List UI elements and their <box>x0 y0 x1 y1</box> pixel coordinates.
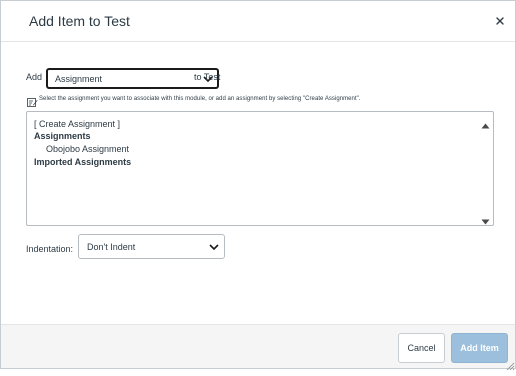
dialog-header: Add Item to Test <box>1 1 515 42</box>
resize-grip-icon[interactable] <box>506 358 515 371</box>
dialog-title: Add Item to Test <box>29 13 130 29</box>
assignment-listbox[interactable]: [ Create Assignment ] Assignments Obojob… <box>26 111 494 226</box>
indentation-value: Don't Indent <box>87 242 136 252</box>
add-item-button[interactable]: Add Item <box>451 333 508 363</box>
add-type-row: Add Assignment <box>26 67 506 91</box>
list-item[interactable]: Obojobo Assignment <box>46 144 129 154</box>
group-label-imported-assignments: Imported Assignments <box>34 157 132 167</box>
close-icon[interactable] <box>491 11 509 31</box>
scroll-down-arrow[interactable] <box>481 212 490 230</box>
chevron-down-icon <box>209 243 219 253</box>
add-item-dialog: Add Item to Test Add Assignment to Test <box>0 0 516 371</box>
scroll-up-arrow[interactable] <box>481 116 490 134</box>
edit-note-icon <box>27 95 38 107</box>
hint-text: Select the assignment you want to associ… <box>39 96 361 102</box>
item-type-value: Assignment <box>55 74 103 84</box>
cancel-button[interactable]: Cancel <box>398 333 445 363</box>
to-test-label: to Test <box>194 72 221 82</box>
dialog-footer: Cancel Add Item <box>1 324 515 368</box>
add-prefix-label: Add <box>26 72 43 82</box>
create-assignment-option[interactable]: [ Create Assignment ] <box>34 119 120 129</box>
hint-row: Select the assignment you want to associ… <box>27 95 497 107</box>
group-label-assignments: Assignments <box>34 131 91 141</box>
indentation-select[interactable]: Don't Indent <box>78 234 225 259</box>
indentation-label: Indentation: <box>26 244 74 254</box>
